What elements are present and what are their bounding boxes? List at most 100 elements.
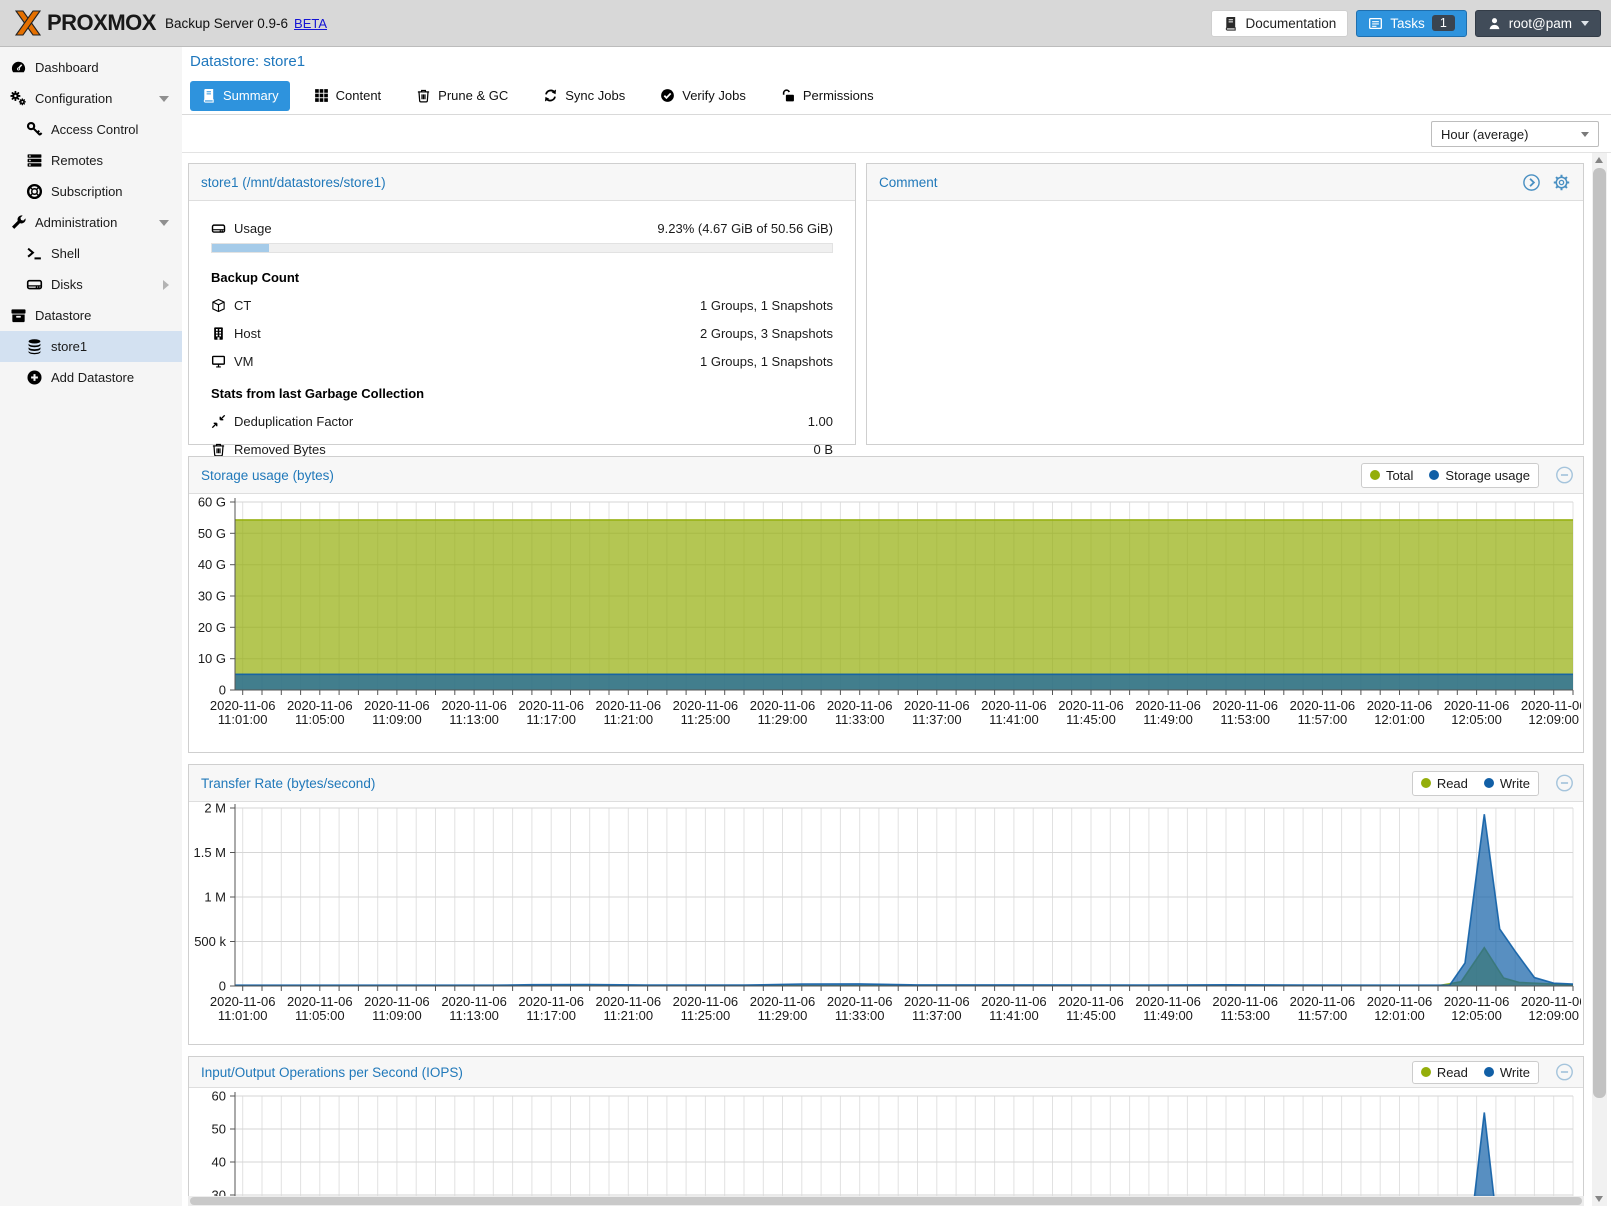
svg-text:12:01:00: 12:01:00 (1374, 1008, 1425, 1023)
collapse-panel-icon[interactable] (1555, 774, 1574, 793)
collapse-panel-icon[interactable] (1555, 466, 1574, 485)
sidebar-item-administration[interactable]: Administration (0, 207, 182, 238)
sidebar-item-configuration[interactable]: Configuration (0, 83, 182, 114)
svg-text:2020-11-06: 2020-11-06 (287, 994, 353, 1009)
row-value: 1 Groups, 1 Snapshots (700, 298, 833, 313)
caret-down-icon[interactable] (159, 96, 169, 102)
tab-label: Prune & GC (438, 88, 508, 103)
svg-text:2020-11-06: 2020-11-06 (1290, 994, 1356, 1009)
usage-progress-bar (211, 243, 833, 253)
row-value: 1 Groups, 1 Snapshots (700, 354, 833, 369)
svg-text:2020-11-06: 2020-11-06 (904, 698, 970, 713)
sidebar-item-dashboard[interactable]: Dashboard (0, 52, 182, 83)
sidebar-item-label: Access Control (51, 122, 138, 137)
svg-text:11:33:00: 11:33:00 (835, 1008, 885, 1023)
sidebar-item-add-datastore[interactable]: Add Datastore (0, 362, 182, 393)
tab-permissions[interactable]: Permissions (770, 81, 885, 111)
legend-item-storage-usage[interactable]: Storage usage (1429, 468, 1530, 483)
brand-name: PROXMOX (47, 10, 156, 36)
svg-text:2020-11-06: 2020-11-06 (1444, 994, 1510, 1009)
sidebar-item-label: Subscription (51, 184, 123, 199)
backup-count-rows: CT1 Groups, 1 SnapshotsHost2 Groups, 3 S… (189, 298, 855, 369)
svg-text:2020-11-06: 2020-11-06 (1290, 698, 1356, 713)
beta-link[interactable]: BETA (294, 16, 327, 31)
svg-text:2020-11-06: 2020-11-06 (1521, 994, 1581, 1009)
comment-tools (1522, 173, 1571, 192)
gear-icon[interactable] (1552, 173, 1571, 192)
transfer-rate-panel: Transfer Rate (bytes/second) ReadWrite 0… (188, 764, 1584, 1045)
horizontal-scrollbar-thumb[interactable] (190, 1197, 1582, 1205)
svg-text:11:57:00: 11:57:00 (1298, 1008, 1348, 1023)
tab-summary[interactable]: Summary (190, 81, 290, 111)
sidebar-item-remotes[interactable]: Remotes (0, 145, 182, 176)
datastore-info-body: Usage 9.23% (4.67 GiB of 50.56 GiB) Back… (189, 201, 855, 457)
row-label: Host (234, 326, 261, 341)
cube-icon (211, 298, 226, 313)
tab-content[interactable]: Content (303, 81, 393, 111)
svg-text:2020-11-06: 2020-11-06 (441, 994, 507, 1009)
caret-right-icon[interactable] (163, 280, 169, 290)
sidebar-item-access-control[interactable]: Access Control (0, 114, 182, 145)
caret-down-icon[interactable] (159, 220, 169, 226)
sidebar-item-label: Remotes (51, 153, 103, 168)
horizontal-scrollbar[interactable] (188, 1196, 1584, 1206)
user-menu-button[interactable]: root@pam (1475, 10, 1601, 37)
legend-item-write[interactable]: Write (1484, 1065, 1530, 1080)
storage-usage-panel: Storage usage (bytes) TotalStorage usage… (188, 456, 1584, 753)
sidebar-item-disks[interactable]: Disks (0, 269, 182, 300)
tasks-button[interactable]: Tasks 1 (1356, 10, 1466, 37)
storage-usage-legend: Total Storage usage (1361, 463, 1539, 488)
sidebar-item-shell[interactable]: Shell (0, 238, 182, 269)
svg-text:11:25:00: 11:25:00 (681, 712, 731, 727)
tab-verify-jobs[interactable]: Verify Jobs (649, 81, 757, 111)
collapse-panel-icon[interactable] (1555, 1063, 1574, 1082)
database-icon (26, 338, 43, 355)
sidebar-item-store1[interactable]: store1 (0, 331, 182, 362)
svg-text:40: 40 (212, 1155, 226, 1170)
vertical-scrollbar-thumb[interactable] (1593, 168, 1606, 1098)
documentation-button[interactable]: Documentation (1211, 10, 1348, 37)
svg-text:2020-11-06: 2020-11-06 (1521, 698, 1581, 713)
svg-text:1.5 M: 1.5 M (193, 845, 226, 860)
tab-label: Permissions (803, 88, 874, 103)
timeframe-select[interactable]: Hour (average) (1431, 121, 1599, 147)
svg-text:11:05:00: 11:05:00 (295, 712, 345, 727)
timeframe-value: Hour (average) (1441, 127, 1528, 142)
proxmox-backup-server-app: PROXMOX Backup Server 0.9-6 BETA Documen… (0, 0, 1611, 1206)
svg-text:2020-11-06: 2020-11-06 (673, 994, 739, 1009)
scroll-up-arrow-icon[interactable] (1595, 157, 1603, 163)
svg-text:2020-11-06: 2020-11-06 (287, 698, 353, 713)
compress-icon (211, 414, 226, 429)
edit-chevron-circle-icon[interactable] (1522, 173, 1541, 192)
svg-text:11:17:00: 11:17:00 (526, 712, 576, 727)
svg-text:12:05:00: 12:05:00 (1451, 712, 1502, 727)
legend-item-total[interactable]: Total (1370, 468, 1413, 483)
legend-label: Read (1437, 776, 1468, 791)
legend-item-write[interactable]: Write (1484, 776, 1530, 791)
main-content: Datastore: store1 SummaryContentPrune & … (182, 47, 1611, 1206)
svg-text:2020-11-06: 2020-11-06 (596, 994, 662, 1009)
desktop-icon (211, 354, 226, 369)
scroll-down-arrow-icon[interactable] (1595, 1196, 1603, 1202)
sidebar-item-subscription[interactable]: Subscription (0, 176, 182, 207)
legend-dot-icon (1484, 778, 1494, 788)
svg-text:60 G: 60 G (198, 495, 226, 510)
sidebar-item-label: Administration (35, 215, 117, 230)
legend-item-read[interactable]: Read (1421, 1065, 1468, 1080)
backup-count-heading: Backup Count (189, 270, 855, 285)
svg-text:2020-11-06: 2020-11-06 (827, 698, 893, 713)
svg-text:2020-11-06: 2020-11-06 (1058, 994, 1124, 1009)
svg-text:2020-11-06: 2020-11-06 (981, 994, 1047, 1009)
iops-chart: 01020304050602020-11-0611:01:002020-11-0… (189, 1088, 1583, 1206)
svg-text:0: 0 (219, 979, 226, 994)
svg-text:11:01:00: 11:01:00 (218, 1008, 268, 1023)
legend-item-read[interactable]: Read (1421, 776, 1468, 791)
tab-prune-gc[interactable]: Prune & GC (405, 81, 519, 111)
sidebar-item-datastore[interactable]: Datastore (0, 300, 182, 331)
deduplication-factor-row: Deduplication Factor1.00 (189, 414, 855, 429)
vertical-scrollbar[interactable] (1592, 153, 1607, 1206)
top-header-bar: PROXMOX Backup Server 0.9-6 BETA Documen… (0, 0, 1611, 47)
tab-sync-jobs[interactable]: Sync Jobs (532, 81, 636, 111)
svg-text:50 G: 50 G (198, 526, 226, 541)
svg-text:60: 60 (212, 1089, 226, 1104)
